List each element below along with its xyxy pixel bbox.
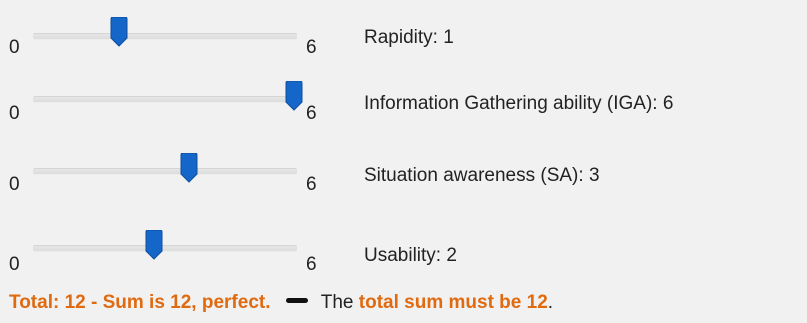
- rule-period: .: [547, 292, 554, 313]
- slider-thumb-sa[interactable]: [180, 153, 198, 183]
- slider-row-sa: 0 6 Situation awareness (SA): 3: [0, 145, 807, 205]
- slider-thumb-icon: [285, 81, 303, 111]
- criterion-label-rapidity: Rapidity: 1: [364, 27, 454, 48]
- slider-row-rapidity: 0 6 Rapidity: 1: [0, 10, 807, 70]
- slider-track-sa[interactable]: [33, 168, 297, 175]
- slider-track-usability[interactable]: [33, 245, 297, 252]
- slider-row-usability: 0 6 Usability: 2: [0, 220, 807, 280]
- slider-thumb-iga[interactable]: [285, 81, 303, 111]
- slider-max-label: 6: [306, 254, 317, 275]
- criterion-label-iga: Information Gathering ability (IGA): 6: [364, 93, 674, 114]
- slider-thumb-icon: [110, 17, 128, 47]
- criterion-label-sa: Situation awareness (SA): 3: [364, 165, 600, 186]
- slider-max-label: 6: [306, 174, 317, 195]
- slider-min-label: 0: [9, 174, 20, 195]
- slider-thumb-icon: [145, 230, 163, 260]
- slider-min-label: 0: [9, 37, 20, 58]
- criterion-label-usability: Usability: 2: [364, 245, 457, 266]
- slider-track-rapidity[interactable]: [33, 33, 297, 40]
- total-status-text: Total: 12 - Sum is 12, perfect.: [9, 292, 271, 313]
- rule-prefix: The: [320, 292, 354, 313]
- slider-max-label: 6: [306, 103, 317, 124]
- slider-min-label: 0: [9, 254, 20, 275]
- slider-max-label: 6: [306, 37, 317, 58]
- slider-thumb-rapidity[interactable]: [110, 17, 128, 47]
- slider-thumb-usability[interactable]: [145, 230, 163, 260]
- slider-row-iga: 0 6 Information Gathering ability (IGA):…: [0, 75, 807, 135]
- total-status: Total: 12 - Sum is 12, perfect. The tota…: [9, 293, 553, 312]
- slider-track-iga[interactable]: [33, 96, 297, 103]
- dash-icon: [285, 298, 308, 304]
- rule-requirement: total sum must be 12: [358, 292, 548, 313]
- slider-thumb-icon: [180, 153, 198, 183]
- slider-min-label: 0: [9, 103, 20, 124]
